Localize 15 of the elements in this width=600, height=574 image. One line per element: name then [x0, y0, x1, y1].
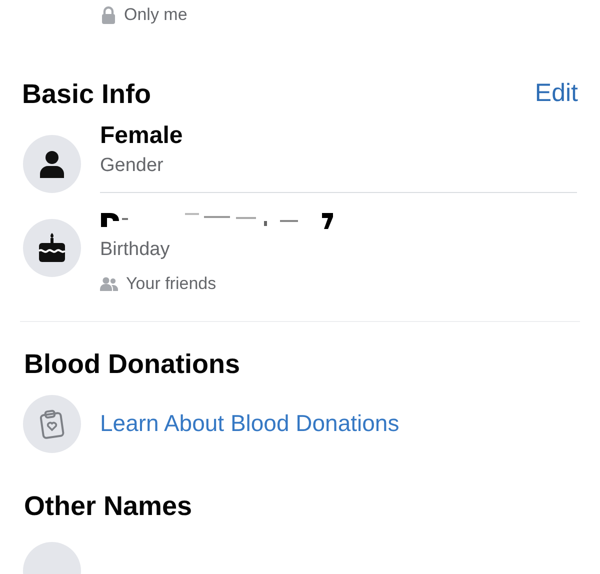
lock-icon	[101, 6, 116, 24]
info-label: Birthday	[100, 238, 171, 262]
privacy-label: Only me	[124, 4, 188, 26]
section-title: Other Names	[23, 490, 194, 520]
blood-donations-link[interactable]: Learn About Blood Donations	[100, 406, 400, 441]
person-icon	[39, 150, 65, 178]
clipboard-heart-icon	[39, 408, 65, 438]
info-label: Gender	[100, 154, 164, 178]
friends-icon	[100, 276, 118, 291]
cake-icon	[38, 233, 66, 263]
audience-label: Your friends	[126, 273, 216, 295]
edit-link[interactable]: Edit	[534, 75, 578, 113]
info-value: Female	[100, 121, 184, 151]
section-title: Blood Donations	[23, 348, 241, 378]
section-title: Basic Info	[22, 78, 152, 111]
